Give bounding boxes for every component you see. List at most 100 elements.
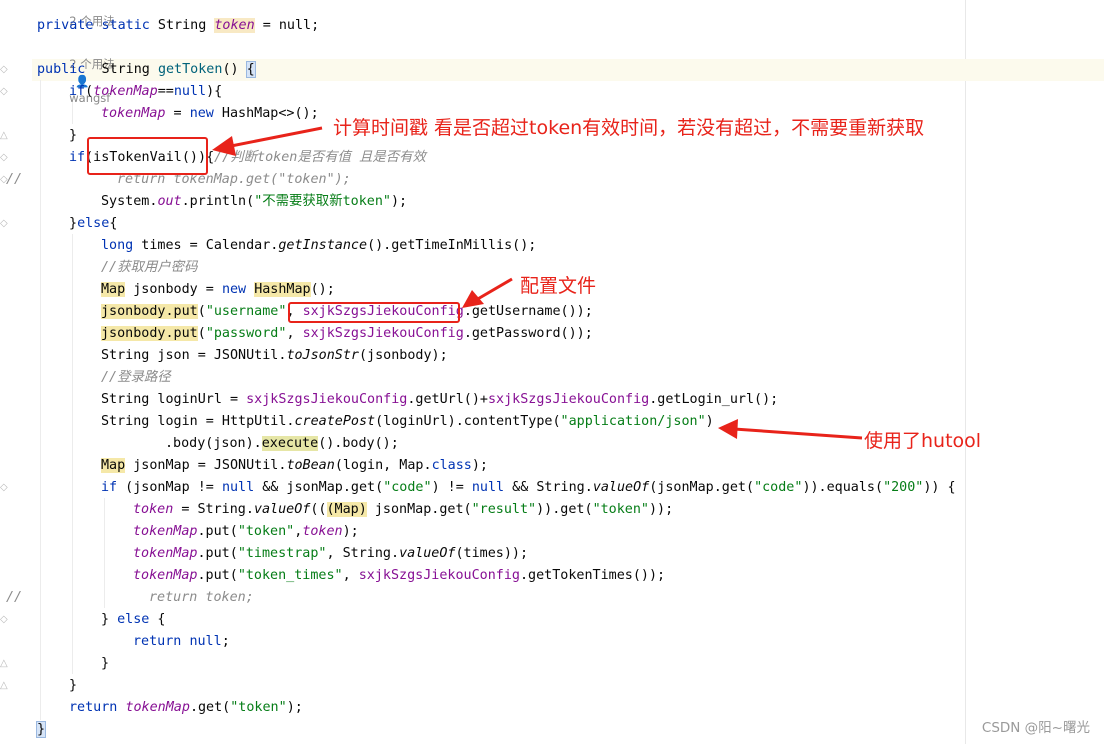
code-text: (); — [310, 282, 335, 297]
fold-icon[interactable]: ◇ — [0, 482, 8, 493]
code-line[interactable]: tokenMap.put("timestrap", String.valueOf… — [133, 543, 528, 565]
keyword: new — [221, 282, 247, 297]
code-line[interactable]: if (jsonMap != null && jsonMap.get("code… — [101, 477, 956, 499]
code-text: , — [342, 568, 359, 583]
code-line[interactable]: } — [35, 719, 47, 741]
fold-icon[interactable]: ◇ — [0, 86, 8, 97]
code-text: } — [101, 656, 110, 671]
matched-brace: } — [35, 721, 47, 738]
code-text: , — [286, 326, 303, 341]
field-ref: tokenMap — [133, 546, 198, 561]
fold-icon[interactable]: ◇ — [0, 152, 8, 163]
keyword: return — [69, 700, 118, 715]
code-text: jsonbody = — [125, 282, 222, 297]
code-line[interactable]: jsonbody.put("password", sxjkSzgsJiekouC… — [101, 323, 593, 345]
code-text: = null; — [254, 18, 320, 33]
code-editor[interactable]: ◇ ◇ △ ◇ ◇ ◇ ◇ ◇ △ △ 2 个用法 private static… — [0, 0, 1104, 744]
indent-guide — [40, 80, 41, 720]
code-line[interactable]: } — [69, 125, 77, 147]
code-line[interactable]: System.out.println("不需要获取新token"); — [101, 191, 407, 213]
keyword: private static — [37, 18, 150, 33]
field-ref: tokenMap — [125, 700, 190, 715]
code-line[interactable]: } — [69, 675, 77, 697]
static-method: valueOf — [592, 480, 650, 495]
keyword: return — [133, 634, 182, 649]
static-field: out — [157, 194, 182, 209]
fold-end-icon[interactable]: △ — [0, 658, 8, 669]
code-line[interactable]: } — [101, 653, 109, 675]
code-line[interactable]: //登录路径 — [101, 367, 171, 389]
code-text: ); — [342, 524, 359, 539]
field-ref: tokenMap — [101, 106, 166, 121]
code-text: (( — [310, 502, 327, 517]
comment-marker: // — [6, 172, 23, 187]
code-line[interactable]: tokenMap.put("token",token); — [133, 521, 359, 543]
code-text: { — [149, 612, 166, 627]
code-text: ) — [705, 414, 714, 429]
code-text: .getUrl()+ — [407, 392, 488, 407]
code-line[interactable]: Map jsonMap = JSONUtil.toBean(login, Map… — [101, 455, 488, 477]
string-literal: "timestrap" — [237, 546, 327, 561]
code-line[interactable]: String loginUrl = sxjkSzgsJiekouConfig.g… — [101, 389, 778, 411]
method-name: getToken — [157, 62, 223, 77]
config-field: sxjkSzgsJiekouConfig — [246, 392, 408, 407]
indent-guide — [72, 234, 73, 674]
string-literal: "token" — [592, 502, 649, 517]
editor-gutter[interactable] — [0, 0, 32, 744]
code-line-commented[interactable]: return token; — [149, 587, 254, 609]
code-text: System. — [101, 194, 158, 209]
code-text: { — [109, 216, 118, 231]
code-text: = — [165, 106, 190, 121]
code-text: ().getTimeInMillis(); — [367, 238, 537, 253]
code-line[interactable]: return tokenMap.get("token"); — [69, 697, 303, 719]
code-text: .get( — [189, 700, 231, 715]
code-line[interactable]: token = String.valueOf(((Map) jsonMap.ge… — [133, 499, 673, 521]
comment: //判断token是否有值 且是否有效 — [214, 150, 426, 165]
variable: jsonbody.put — [101, 304, 198, 319]
code-line[interactable]: //获取用户密码 — [101, 257, 197, 279]
code-line[interactable]: tokenMap.put("token_times", sxjkSzgsJiek… — [133, 565, 665, 587]
code-line-method-decl[interactable]: public String getToken() { — [37, 59, 256, 81]
code-text: } — [69, 128, 78, 143]
code-text: .put( — [197, 568, 238, 583]
keyword: null — [173, 84, 207, 99]
annotation-box-istokenvail — [87, 137, 208, 175]
config-field: sxjkSzgsJiekouConfig — [358, 568, 520, 583]
fold-icon[interactable]: ◇ — [0, 218, 8, 229]
code-line[interactable]: if(tokenMap==null){ — [69, 81, 222, 103]
code-line[interactable]: Map jsonbody = new HashMap(); — [101, 279, 335, 301]
comment: return token; — [149, 590, 254, 605]
fold-end-icon[interactable]: △ — [0, 680, 8, 691]
code-line-field-decl[interactable]: private static String token = null; — [37, 15, 319, 37]
string-literal: "code" — [754, 480, 803, 495]
fold-icon[interactable]: ◇ — [0, 64, 8, 75]
code-line[interactable]: String json = JSONUtil.toJsonStr(jsonbod… — [101, 345, 448, 367]
code-line[interactable]: } else { — [101, 609, 166, 631]
code-line[interactable]: tokenMap = new HashMap<>(); — [101, 103, 319, 125]
code-line[interactable]: return null; — [133, 631, 230, 653]
code-text: String loginUrl = — [101, 392, 247, 407]
string-literal: "application/json" — [560, 414, 706, 429]
code-text: )); — [649, 502, 674, 517]
keyword: else — [117, 612, 150, 627]
fold-icon[interactable]: ◇ — [0, 614, 8, 625]
code-line[interactable]: }else{ — [69, 213, 117, 235]
code-line[interactable]: long times = Calendar.getInstance().getT… — [101, 235, 536, 257]
code-text: && jsonMap.get( — [254, 480, 384, 495]
code-text: String login = HttpUtil. — [101, 414, 295, 429]
string-literal: "token" — [237, 524, 295, 539]
code-line[interactable]: .body(json).execute().body(); — [165, 433, 399, 455]
annotation-box-config — [288, 302, 460, 323]
code-text: (times)); — [455, 546, 529, 561]
code-text: } — [69, 678, 78, 693]
code-text: ){ — [206, 84, 223, 99]
code-text: .put( — [197, 546, 238, 561]
keyword: null — [189, 634, 222, 649]
code-text: == — [157, 84, 174, 99]
code-text: jsonMap = JSONUtil. — [125, 458, 287, 473]
code-line[interactable]: String login = HttpUtil.createPost(login… — [101, 411, 714, 433]
fold-end-icon[interactable]: △ — [0, 130, 8, 141]
keyword: null — [471, 480, 505, 495]
string-literal: "username" — [205, 304, 287, 319]
code-text: , String. — [326, 546, 400, 561]
